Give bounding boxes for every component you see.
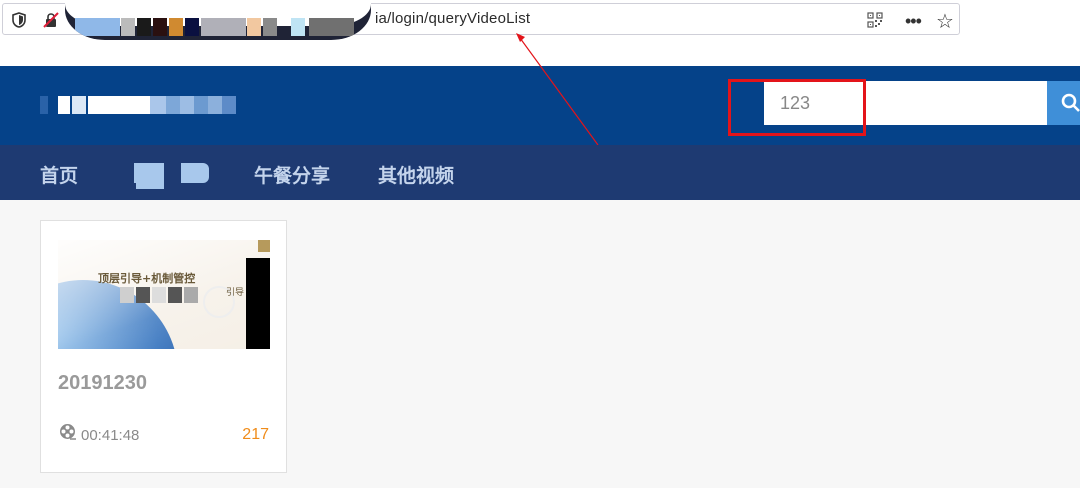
- annotation-highlight-box: [728, 79, 866, 136]
- site-header: [0, 66, 1080, 145]
- nav-item-other-videos[interactable]: 其他视频: [378, 161, 454, 188]
- browser-toolbar: ia/login/queryVideoList ••• ☆: [0, 0, 1080, 66]
- search-button[interactable]: [1047, 81, 1080, 125]
- thumbnail-caption: 顶层引导+机制管控: [98, 272, 196, 285]
- video-duration: 00:41:48: [81, 427, 140, 444]
- site-logo-redacted: [40, 96, 240, 118]
- main-nav: 首页 午餐分享 其他视频: [0, 145, 1080, 200]
- view-count: 217: [242, 426, 269, 443]
- nav-item-home[interactable]: 首页: [40, 161, 78, 188]
- video-card[interactable]: 顶层引导+机制管控 引导 20191230 00:41:48 217: [40, 220, 287, 473]
- thumbnail-side-text: 引导: [226, 287, 245, 297]
- qr-code-icon[interactable]: [867, 12, 883, 28]
- page: ia/login/queryVideoList ••• ☆ 123 首页 午餐分…: [0, 0, 1080, 488]
- nav-item-lunch-share[interactable]: 午餐分享: [254, 161, 330, 188]
- lock-off-icon[interactable]: [43, 12, 59, 28]
- redacted-url-mask: [65, 0, 371, 40]
- bookmark-star-icon[interactable]: ☆: [936, 9, 954, 34]
- video-title[interactable]: 20191230: [58, 372, 147, 395]
- video-thumbnail[interactable]: 顶层引导+机制管控 引导: [58, 240, 270, 349]
- shield-icon[interactable]: [12, 12, 26, 28]
- film-reel-icon: [60, 424, 76, 440]
- url-text[interactable]: ia/login/queryVideoList: [375, 10, 530, 27]
- search-icon[interactable]: [1061, 93, 1080, 113]
- more-dots-icon[interactable]: •••: [905, 11, 922, 32]
- url-bar[interactable]: ia/login/queryVideoList ••• ☆: [2, 0, 960, 40]
